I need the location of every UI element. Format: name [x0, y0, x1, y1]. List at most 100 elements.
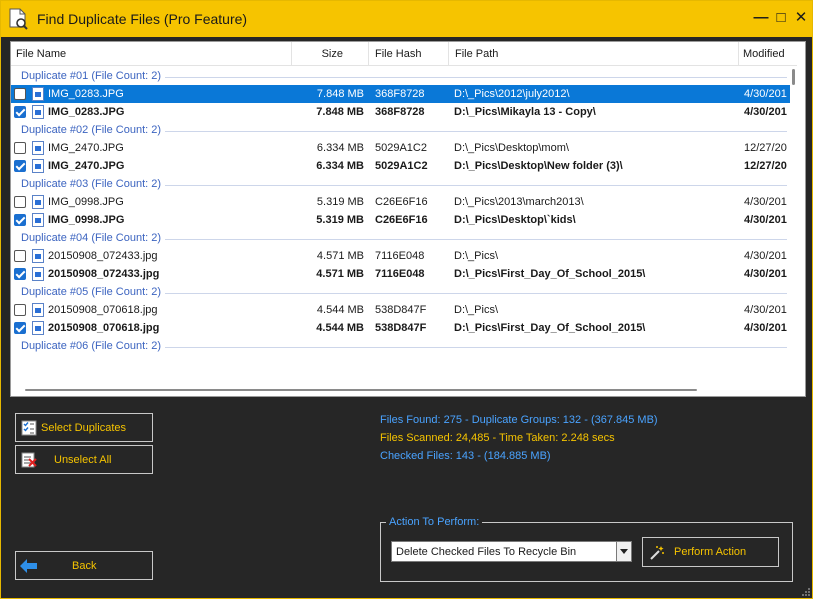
file-size-cell: 4.544 MB — [316, 304, 364, 316]
title-bar[interactable]: Find Duplicate Files (Pro Feature) — □ ✕ — [1, 1, 812, 37]
column-header-size[interactable]: Size — [292, 42, 369, 66]
file-path-cell: D:\_Pics\ — [454, 250, 499, 262]
file-checkbox[interactable] — [14, 142, 26, 154]
file-name-cell: IMG_2470.JPG — [48, 160, 125, 172]
file-path-cell: D:\_Pics\2013\march2013\ — [454, 196, 584, 208]
file-size-cell: 4.571 MB — [316, 268, 364, 280]
file-checkbox[interactable] — [14, 268, 26, 280]
minimize-icon[interactable]: — — [753, 9, 769, 27]
file-size-cell: 5.319 MB — [316, 196, 364, 208]
column-header-file-path[interactable]: File Path — [449, 42, 739, 66]
checked-files-status: Checked Files: 143 - (184.885 MB) — [380, 450, 551, 462]
perform-action-button[interactable]: Perform Action — [642, 537, 779, 567]
image-file-icon — [32, 213, 44, 227]
file-size-cell: 5.319 MB — [316, 214, 364, 226]
back-button[interactable]: Back — [15, 551, 153, 580]
file-size-cell: 7.848 MB — [316, 106, 364, 118]
unselect-list-icon — [21, 452, 37, 468]
image-file-icon — [32, 195, 44, 209]
column-header-modified[interactable]: Modified — [739, 42, 797, 66]
file-name-cell: IMG_0283.JPG — [48, 106, 125, 118]
list-header: File Name Size File Hash File Path Modif… — [11, 42, 797, 66]
files-found-status: Files Found: 275 - Duplicate Groups: 132… — [380, 414, 658, 426]
file-hash-cell: 368F8728 — [375, 106, 425, 118]
group-header: Duplicate #02 (File Count: 2) — [11, 121, 797, 139]
file-hash-cell: 5029A1C2 — [375, 142, 427, 154]
group-header: Duplicate #06 (File Count: 2) — [11, 337, 797, 355]
column-header-file-hash[interactable]: File Hash — [369, 42, 449, 66]
unselect-all-button[interactable]: Unselect All — [15, 445, 153, 474]
group-header: Duplicate #01 (File Count: 2) — [11, 67, 797, 85]
file-checkbox[interactable] — [14, 304, 26, 316]
back-arrow-icon — [20, 559, 37, 573]
image-file-icon — [32, 303, 44, 317]
file-name-cell: 20150908_070618.jpg — [48, 322, 160, 334]
group-title: Duplicate #04 (File Count: 2) — [21, 232, 166, 244]
column-header-file-name[interactable]: File Name — [11, 42, 292, 66]
duplicate-files-list[interactable]: File Name Size File Hash File Path Modif… — [10, 41, 806, 397]
window-title: Find Duplicate Files (Pro Feature) — [37, 11, 248, 27]
file-checkbox[interactable] — [14, 160, 26, 172]
unselect-all-label: Unselect All — [54, 454, 112, 466]
file-path-cell: D:\_Pics\Desktop\`kids\ — [454, 214, 576, 226]
horizontal-scroll-thumb[interactable] — [25, 389, 697, 391]
resize-grip-icon[interactable] — [801, 587, 811, 597]
file-hash-cell: 5029A1C2 — [375, 160, 428, 172]
files-scanned-status: Files Scanned: 24,485 - Time Taken: 2.24… — [380, 432, 615, 444]
image-file-icon — [32, 87, 44, 101]
file-checkbox[interactable] — [14, 214, 26, 226]
file-name-cell: 20150908_072433.jpg — [48, 250, 158, 262]
group-title: Duplicate #01 (File Count: 2) — [21, 70, 166, 82]
file-row[interactable]: 20150908_070618.jpg 4.544 MB 538D847F D:\_P… — [11, 301, 797, 319]
chevron-down-icon[interactable] — [616, 542, 631, 561]
action-dropdown[interactable]: Delete Checked Files To Recycle Bin — [391, 541, 632, 562]
file-row[interactable]: 20150908_070618.jpg 4.544 MB 538D847F D:\_P… — [11, 319, 797, 337]
file-hash-cell: 7116E048 — [375, 250, 425, 262]
checklist-icon — [21, 420, 37, 436]
select-duplicates-label: Select Duplicates — [41, 422, 126, 434]
group-title: Duplicate #03 (File Count: 2) — [21, 178, 166, 190]
group-header: Duplicate #03 (File Count: 2) — [11, 175, 797, 193]
file-name-cell: IMG_0283.JPG — [48, 88, 124, 100]
close-icon[interactable]: ✕ — [793, 9, 809, 27]
image-file-icon — [32, 141, 44, 155]
file-hash-cell: C26E6F16 — [375, 196, 428, 208]
file-checkbox[interactable] — [14, 88, 26, 100]
file-row[interactable]: 20150908_072433.jpg 4.571 MB 7116E048 D:\_P… — [11, 265, 797, 283]
image-file-icon — [32, 105, 44, 119]
file-checkbox[interactable] — [14, 322, 26, 334]
group-title: Duplicate #05 (File Count: 2) — [21, 286, 166, 298]
file-path-cell: D:\_Pics\ — [454, 304, 499, 316]
file-size-cell: 4.571 MB — [316, 250, 364, 262]
image-file-icon — [32, 159, 44, 173]
file-checkbox[interactable] — [14, 106, 26, 118]
app-window: Find Duplicate Files (Pro Feature) — □ ✕… — [0, 0, 813, 599]
file-row[interactable]: IMG_0998.JPG 5.319 MB C26E6F16 D:\_Pics\Des… — [11, 211, 797, 229]
vertical-scroll-thumb[interactable] — [792, 69, 795, 85]
file-checkbox[interactable] — [14, 250, 26, 262]
horizontal-scrollbar[interactable] — [11, 385, 797, 396]
file-row[interactable]: IMG_0283.JPG 7.848 MB 368F8728 D:\_Pics\Mik… — [11, 103, 797, 121]
group-header: Duplicate #04 (File Count: 2) — [11, 229, 797, 247]
image-file-icon — [32, 321, 44, 335]
file-row[interactable]: 20150908_072433.jpg 4.571 MB 7116E048 D:\_P… — [11, 247, 797, 265]
file-name-cell: IMG_2470.JPG — [48, 142, 124, 154]
magic-wand-icon — [650, 546, 664, 560]
maximize-icon[interactable]: □ — [773, 9, 789, 27]
group-header: Duplicate #05 (File Count: 2) — [11, 283, 797, 301]
vertical-scrollbar[interactable] — [790, 67, 797, 385]
file-path-cell: D:\_Pics\Desktop\mom\ — [454, 142, 569, 154]
select-duplicates-button[interactable]: Select Duplicates — [15, 413, 153, 442]
file-row[interactable]: IMG_2470.JPG 6.334 MB 5029A1C2 D:\_Pics\Des… — [11, 157, 797, 175]
file-row[interactable]: IMG_2470.JPG 6.334 MB 5029A1C2 D:\_Pics\Des… — [11, 139, 797, 157]
perform-action-label: Perform Action — [674, 546, 747, 558]
file-checkbox[interactable] — [14, 196, 26, 208]
file-row[interactable]: IMG_0283.JPG 7.848 MB 368F8728 D:\_Pics\201… — [11, 85, 797, 103]
file-hash-cell: 7116E048 — [375, 268, 425, 280]
image-file-icon — [32, 267, 44, 281]
file-name-cell: IMG_0998.JPG — [48, 196, 124, 208]
file-path-cell: D:\_Pics\Desktop\New folder (3)\ — [454, 160, 623, 172]
duplicate-files-app-icon — [9, 8, 28, 30]
file-row[interactable]: IMG_0998.JPG 5.319 MB C26E6F16 D:\_Pics\201… — [11, 193, 797, 211]
file-size-cell: 6.334 MB — [316, 142, 364, 154]
